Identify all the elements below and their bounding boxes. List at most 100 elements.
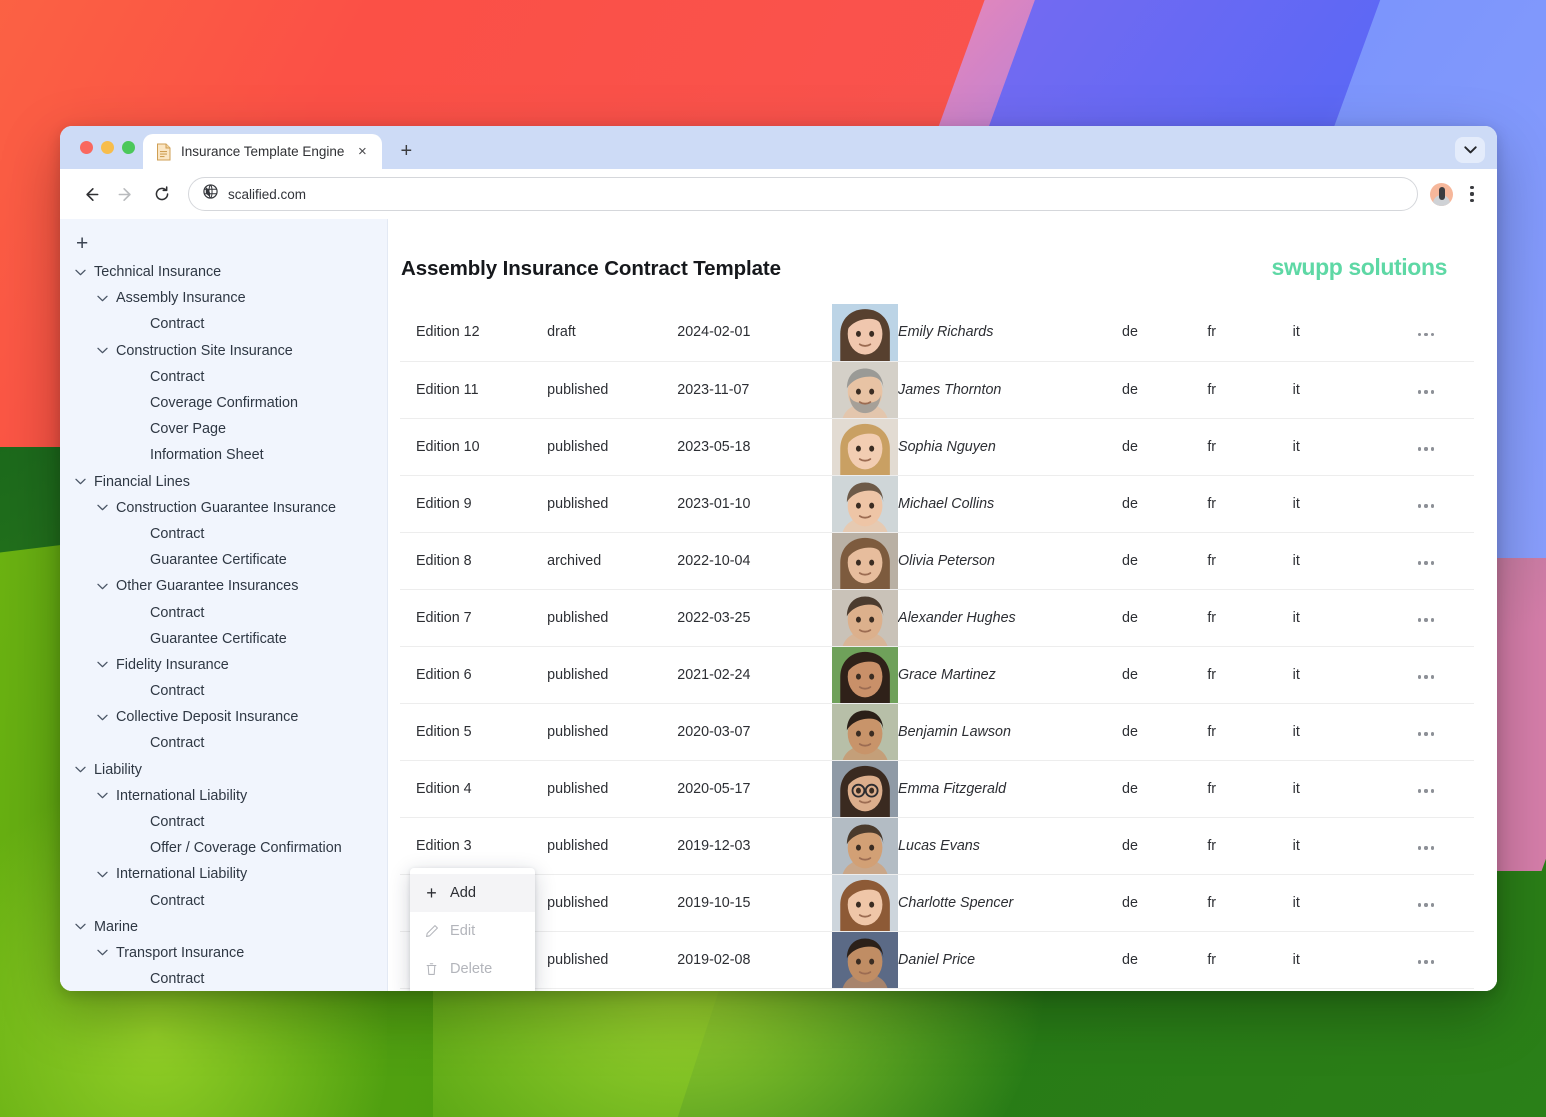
language-link-it[interactable]: it [1292,589,1378,647]
language-link-fr[interactable]: fr [1207,760,1293,818]
tree-item-contract[interactable]: Contract [60,599,387,625]
more-horizontal-icon[interactable] [1417,561,1435,565]
tree-item-assembly-insurance[interactable]: Assembly Insurance [60,285,387,311]
more-horizontal-icon[interactable] [1417,903,1435,907]
row-actions-cell[interactable] [1377,361,1474,419]
row-actions-cell[interactable] [1377,589,1474,647]
tree-item-international-liability[interactable]: International Liability [60,861,387,887]
chevron-down-icon[interactable] [96,789,109,802]
more-horizontal-icon[interactable] [1417,846,1435,850]
language-link-de[interactable]: de [1122,532,1208,590]
language-link-de[interactable]: de [1122,418,1208,476]
tree-item-fidelity-insurance[interactable]: Fidelity Insurance [60,652,387,678]
chevron-down-icon[interactable] [96,711,109,724]
chevron-down-icon[interactable] [74,763,87,776]
row-actions-cell[interactable] [1377,760,1474,818]
chevron-down-icon[interactable] [96,580,109,593]
tree-item-contract[interactable]: Contract [60,888,387,914]
language-link-it[interactable]: it [1292,760,1378,818]
tree-item-construction-site-insurance[interactable]: Construction Site Insurance [60,338,387,364]
language-link-it[interactable]: it [1292,703,1378,761]
chevron-down-icon[interactable] [74,475,87,488]
reload-icon[interactable] [146,178,178,210]
tree-item-guarantee-certificate[interactable]: Guarantee Certificate [60,547,387,573]
chevron-down-icon[interactable] [96,946,109,959]
language-link-it[interactable]: it [1292,817,1378,875]
more-horizontal-icon[interactable] [1417,732,1435,736]
language-link-de[interactable]: de [1122,646,1208,704]
table-row[interactable]: Edition 6 published 2021-02-24 Grace Marti… [400,646,1474,704]
tree-item-coverage-confirmation[interactable]: Coverage Confirmation [60,390,387,416]
language-link-it[interactable]: it [1292,874,1378,932]
tree-item-contract[interactable]: Contract [60,521,387,547]
table-row[interactable]: Edition 9 published 2023-01-10 Michael Col… [400,475,1474,533]
language-link-fr[interactable]: fr [1207,931,1293,989]
table-row[interactable]: Edition 1published2019-02-08 Daniel Pric… [400,931,1474,989]
sidebar-add-button[interactable]: + [60,233,387,259]
more-horizontal-icon[interactable] [1417,447,1435,451]
more-horizontal-icon[interactable] [1417,504,1435,508]
more-horizontal-icon[interactable] [1417,675,1435,679]
chevron-down-icon[interactable] [96,292,109,305]
tree-item-financial-lines[interactable]: Financial Lines [60,469,387,495]
table-row[interactable]: Edition 11 published 2023-11-07 James Thor… [400,361,1474,419]
language-link-de[interactable]: de [1122,304,1208,362]
language-link-it[interactable]: it [1292,475,1378,533]
table-row[interactable]: Edition 4 published 2020-05-17 Emma Fitzge… [400,760,1474,818]
chevron-down-icon[interactable] [96,658,109,671]
close-icon[interactable]: × [353,143,371,161]
more-horizontal-icon[interactable] [1417,618,1435,622]
tree-item-contract[interactable]: Contract [60,364,387,390]
close-window-button[interactable] [80,141,93,154]
row-actions-cell[interactable] [1377,646,1474,704]
tree-item-contract[interactable]: Contract [60,730,387,756]
language-link-it[interactable]: it [1292,304,1378,362]
tree-item-international-liability[interactable]: International Liability [60,783,387,809]
row-actions-cell[interactable] [1377,532,1474,590]
row-actions-cell[interactable] [1377,817,1474,875]
language-link-fr[interactable]: fr [1207,703,1293,761]
table-row[interactable]: Edition 10 published 2023-05-18 Sophia Ngu… [400,418,1474,476]
language-link-de[interactable]: de [1122,817,1208,875]
language-link-it[interactable]: it [1292,931,1378,989]
language-link-it[interactable]: it [1292,532,1378,590]
language-link-de[interactable]: de [1122,703,1208,761]
browser-tab[interactable]: Insurance Template Engine × [143,134,383,169]
table-row[interactable]: Edition 8 archived 2022-10-04 Olivia Peter… [400,532,1474,590]
language-link-fr[interactable]: fr [1207,475,1293,533]
new-tab-button[interactable]: + [391,136,421,166]
more-horizontal-icon[interactable] [1417,960,1435,964]
language-link-fr[interactable]: fr [1207,646,1293,704]
chevron-down-icon[interactable] [96,868,109,881]
chevron-down-icon[interactable] [74,266,87,279]
table-row[interactable]: Edition 12 draft 2024-02-01 Emily Richards… [400,304,1474,362]
address-bar[interactable]: scalified.com [188,177,1418,211]
table-row[interactable]: Edition 3 published 2019-12-03 Lucas Evans… [400,817,1474,875]
language-link-de[interactable]: de [1122,475,1208,533]
language-link-de[interactable]: de [1122,874,1208,932]
language-link-it[interactable]: it [1292,646,1378,704]
language-link-fr[interactable]: fr [1207,361,1293,419]
language-link-fr[interactable]: fr [1207,304,1293,362]
context-menu-item-add[interactable]: + Add [410,874,535,912]
chevron-down-icon[interactable] [96,501,109,514]
row-actions-cell[interactable] [1377,874,1474,932]
row-actions-cell[interactable] [1377,703,1474,761]
more-horizontal-icon[interactable] [1417,390,1435,394]
language-link-fr[interactable]: fr [1207,418,1293,476]
chevron-down-icon[interactable] [74,920,87,933]
language-link-it[interactable]: it [1292,418,1378,476]
tree-item-technical-insurance[interactable]: Technical Insurance [60,259,387,285]
tree-item-other-guarantee-insurances[interactable]: Other Guarantee Insurances [60,573,387,599]
language-link-fr[interactable]: fr [1207,589,1293,647]
language-link-de[interactable]: de [1122,589,1208,647]
language-link-fr[interactable]: fr [1207,817,1293,875]
tree-item-contract[interactable]: Contract [60,311,387,337]
minimize-window-button[interactable] [101,141,114,154]
tree-item-cover-page[interactable]: Cover Page [60,416,387,442]
language-link-de[interactable]: de [1122,931,1208,989]
maximize-window-button[interactable] [122,141,135,154]
language-link-it[interactable]: it [1292,361,1378,419]
chevron-down-icon[interactable] [96,344,109,357]
tree-item-construction-guarantee-insurance[interactable]: Construction Guarantee Insurance [60,495,387,521]
